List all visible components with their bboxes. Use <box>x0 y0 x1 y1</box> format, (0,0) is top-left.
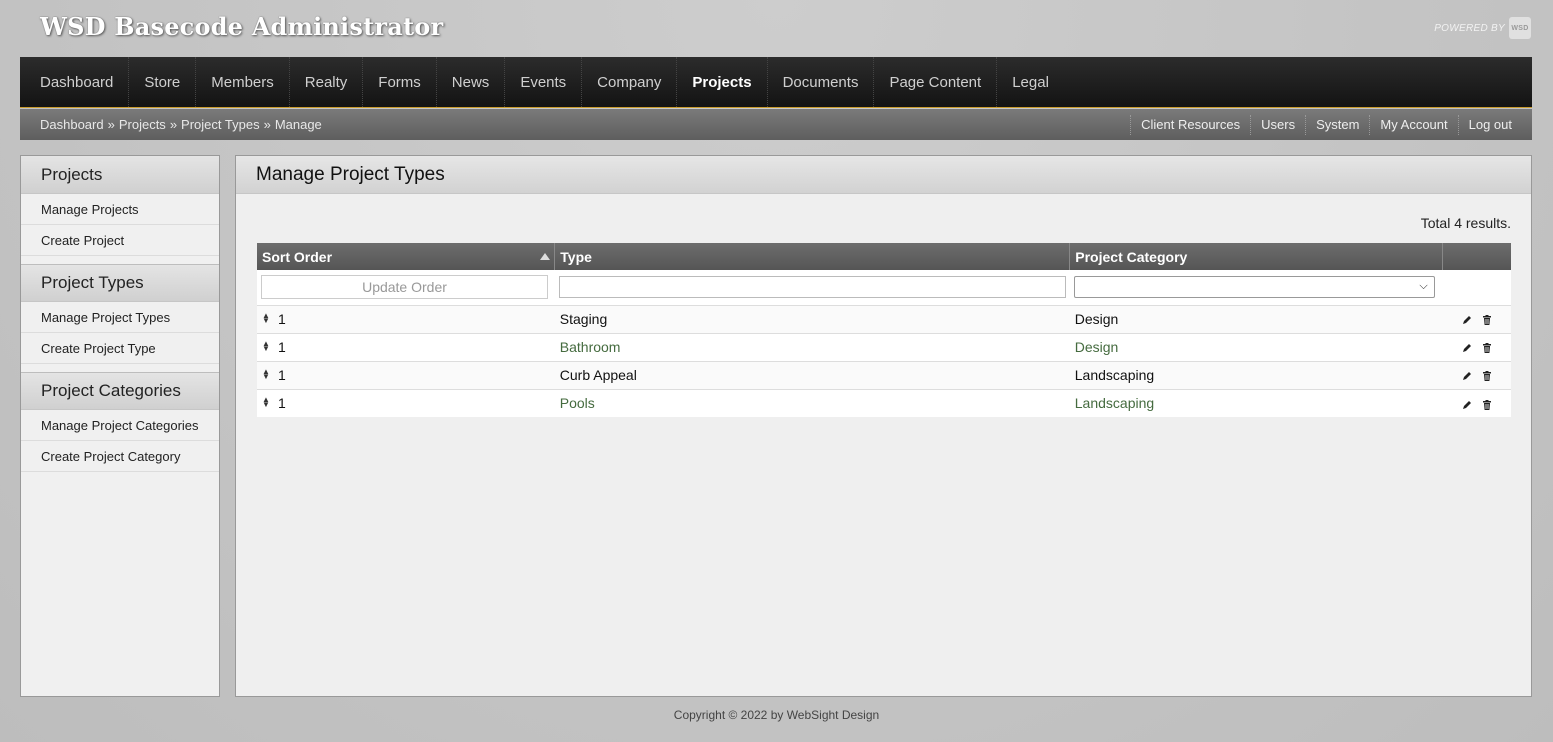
column-type[interactable]: Type <box>554 243 1071 270</box>
breadcrumb-projects[interactable]: Projects <box>119 117 166 132</box>
breadcrumb-current: Manage <box>274 117 322 132</box>
sidebar-item-create-project[interactable]: Create Project <box>21 225 219 256</box>
update-order-button[interactable]: Update Order <box>261 275 548 300</box>
util-client-resources[interactable]: Client Resources <box>1130 114 1250 135</box>
sort-order-value: 1 <box>278 367 286 383</box>
category-name: Design <box>1074 311 1119 327</box>
nav-item-documents[interactable]: Documents <box>768 57 875 107</box>
sidebar-item-create-project-category[interactable]: Create Project Category <box>21 441 219 472</box>
breadcrumb-separator: » <box>263 117 271 132</box>
nav-item-page-content[interactable]: Page Content <box>874 57 998 107</box>
nav-item-news[interactable]: News <box>437 57 506 107</box>
main-nav: Dashboard Store Members Realty Forms New… <box>20 57 1532 108</box>
sidebar-item-manage-projects[interactable]: Manage Projects <box>21 194 219 225</box>
category-filter-select[interactable]: ⌵ <box>1073 276 1435 299</box>
trash-icon[interactable] <box>1481 370 1493 382</box>
results-count: Total 4 results. <box>1420 215 1511 231</box>
edit-icon[interactable] <box>1461 314 1473 326</box>
util-log-out[interactable]: Log out <box>1457 114 1522 135</box>
footer-copyright: Copyright © 2022 by WebSight Design <box>673 708 880 722</box>
sidebar-header-projects: Projects <box>21 156 219 194</box>
filter-row: Update Order ⌵ <box>257 270 1511 305</box>
nav-item-dashboard[interactable]: Dashboard <box>25 57 130 107</box>
breadcrumb-separator: » <box>107 117 115 132</box>
project-types-table: Sort Order Type Project Category Update … <box>257 243 1511 417</box>
drag-handle-icon[interactable]: ▲ ▼ <box>262 312 272 325</box>
chevron-down-icon: ⌵ <box>1419 280 1428 293</box>
nav-item-legal[interactable]: Legal <box>997 57 1064 107</box>
util-my-account[interactable]: My Account <box>1369 114 1457 135</box>
nav-item-company[interactable]: Company <box>582 57 678 107</box>
category-name: Landscaping <box>1074 367 1155 383</box>
table-row: ▲ ▼ 1 Pools Landscaping <box>257 388 1511 417</box>
edit-icon[interactable] <box>1461 370 1473 382</box>
sidebar-item-manage-project-types[interactable]: Manage Project Types <box>21 302 219 333</box>
powered-by-label: POWERED BY <box>1434 22 1505 34</box>
nav-item-events[interactable]: Events <box>505 57 583 107</box>
sidebar-header-project-types: Project Types <box>21 264 219 302</box>
table-row: ▲ ▼ 1 Bathroom Design <box>257 332 1511 361</box>
category-name: Landscaping <box>1074 395 1155 412</box>
trash-icon[interactable] <box>1481 342 1493 354</box>
breadcrumb-separator: » <box>169 117 178 132</box>
sidebar-item-manage-project-categories[interactable]: Manage Project Categories <box>21 410 219 441</box>
trash-icon[interactable] <box>1481 314 1493 326</box>
powered-by[interactable]: POWERED BY WSD <box>1434 17 1531 39</box>
breadcrumb: Dashboard » Projects » Project Types » M… <box>40 117 322 132</box>
page-title: Manage Project Types <box>236 156 1531 194</box>
column-sort-order[interactable]: Sort Order <box>257 243 556 270</box>
column-label: Type <box>560 248 592 265</box>
trash-icon[interactable] <box>1481 399 1493 411</box>
edit-icon[interactable] <box>1461 399 1473 411</box>
sidebar-item-create-project-type[interactable]: Create Project Type <box>21 333 219 364</box>
category-name: Design <box>1074 339 1119 355</box>
column-project-category[interactable]: Project Category <box>1069 243 1443 270</box>
main-panel: Manage Project Types Total 4 results. So… <box>235 155 1532 697</box>
sidebar-header-project-categories: Project Categories <box>21 372 219 410</box>
wsd-logo-icon[interactable]: WSD <box>1509 17 1531 39</box>
breadcrumb-dashboard[interactable]: Dashboard <box>40 117 104 132</box>
nav-item-projects[interactable]: Projects <box>677 57 768 107</box>
type-name[interactable]: Bathroom <box>560 339 621 355</box>
drag-handle-icon[interactable]: ▲ ▼ <box>262 368 272 381</box>
sidebar: Projects Manage Projects Create Project … <box>20 155 220 697</box>
type-name[interactable]: Staging <box>560 311 607 327</box>
sort-order-value: 1 <box>278 395 286 412</box>
edit-icon[interactable] <box>1461 342 1473 354</box>
util-users[interactable]: Users <box>1250 114 1305 135</box>
table-header-row: Sort Order Type Project Category <box>257 243 1511 270</box>
nav-item-members[interactable]: Members <box>196 57 290 107</box>
util-system[interactable]: System <box>1305 114 1369 135</box>
sub-bar: Dashboard » Projects » Project Types » M… <box>20 109 1532 140</box>
column-label: Project Category <box>1075 248 1188 265</box>
nav-item-realty[interactable]: Realty <box>290 57 364 107</box>
sort-order-value: 1 <box>278 311 286 327</box>
app-title: WSD Basecode Administrator <box>40 12 444 41</box>
column-actions <box>1442 243 1511 270</box>
sort-ascending-icon <box>540 253 551 260</box>
type-name[interactable]: Curb Appeal <box>560 367 637 383</box>
sort-order-value: 1 <box>278 339 286 355</box>
breadcrumb-project-types[interactable]: Project Types <box>181 117 260 132</box>
type-name[interactable]: Pools <box>560 395 595 411</box>
type-filter-input[interactable] <box>558 276 1066 299</box>
utility-nav: Client Resources Users System My Account… <box>1130 109 1522 140</box>
drag-handle-icon[interactable]: ▲ ▼ <box>262 396 272 409</box>
drag-handle-icon[interactable]: ▲ ▼ <box>262 340 272 353</box>
nav-item-forms[interactable]: Forms <box>363 57 437 107</box>
nav-item-store[interactable]: Store <box>129 57 197 107</box>
column-label: Sort Order <box>262 248 333 265</box>
table-row: ▲ ▼ 1 Staging Design <box>257 304 1511 333</box>
table-row: ▲ ▼ 1 Curb Appeal Landscaping <box>257 360 1511 389</box>
